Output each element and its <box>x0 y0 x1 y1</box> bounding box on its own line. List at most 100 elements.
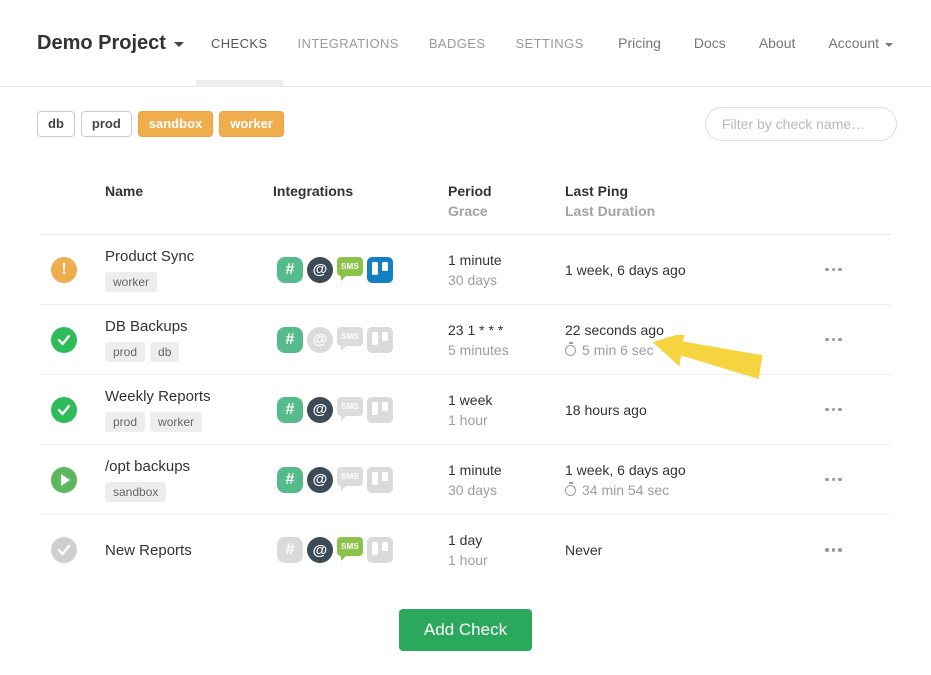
check-grace: 5 minutes <box>448 340 565 360</box>
row-menu-button[interactable] <box>821 338 891 342</box>
sms-integration-icon: SMS <box>337 257 363 283</box>
row-menu-button[interactable] <box>821 478 891 482</box>
row-menu-button[interactable] <box>821 268 891 272</box>
nav-tabs: CHECKSINTEGRATIONSBADGESSETTINGS <box>196 0 599 87</box>
check-tag: worker <box>150 412 202 432</box>
check-row[interactable]: DB Backups proddb #@SMS 23 1 * * *5 minutes… <box>40 305 891 375</box>
chevron-down-icon <box>885 43 893 47</box>
nav-right: Pricing Docs About Account <box>618 35 893 51</box>
check-name: DB Backups <box>105 318 273 335</box>
add-check-area: Add Check <box>0 609 931 651</box>
tag-filter-worker[interactable]: worker <box>219 111 284 137</box>
header-name: Name <box>105 181 273 221</box>
email-integration-icon: @ <box>307 467 333 493</box>
trello-integration-icon <box>367 467 393 493</box>
sms-integration-icon: SMS <box>337 397 363 423</box>
slack-integration-icon: # <box>277 257 303 283</box>
play-icon <box>61 474 70 486</box>
email-integration-icon: @ <box>307 397 333 423</box>
email-integration-icon: @ <box>307 257 333 283</box>
tag-filter-list: dbprodsandboxworker <box>37 111 284 137</box>
trello-integration-icon <box>367 397 393 423</box>
project-switcher[interactable]: Demo Project <box>37 32 184 55</box>
slack-integration-icon: # <box>277 467 303 493</box>
check-last-ping: 1 week, 6 days ago <box>565 260 821 280</box>
top-nav: Demo Project CHECKSINTEGRATIONSBADGESSET… <box>0 0 931 87</box>
sms-integration-icon: SMS <box>337 467 363 493</box>
nav-link-about[interactable]: About <box>759 35 796 51</box>
account-menu[interactable]: Account <box>828 35 893 51</box>
check-last-ping: 1 week, 6 days ago <box>565 460 821 480</box>
filter-bar: dbprodsandboxworker <box>0 87 931 141</box>
nav-link-docs[interactable]: Docs <box>694 35 726 51</box>
check-row[interactable]: ! Product Sync worker #@SMS 1 minute30 days1… <box>40 235 891 305</box>
row-menu-button[interactable] <box>821 408 891 412</box>
check-tag: prod <box>105 412 145 432</box>
check-grace: 1 hour <box>448 550 565 570</box>
email-integration-icon: @ <box>307 327 333 353</box>
table-body: !Product Syncworker#@SMS1 minute30 days1… <box>40 235 891 585</box>
check-name: /opt backups <box>105 458 273 475</box>
slack-integration-icon: # <box>277 327 303 353</box>
stopwatch-icon <box>565 485 576 496</box>
checks-table: Name Integrations Period Grace Last Ping… <box>40 141 891 585</box>
tag-filter-prod[interactable]: prod <box>81 111 132 137</box>
slack-integration-icon: # <box>277 397 303 423</box>
check-last-duration: 5 min 6 sec <box>582 340 654 360</box>
project-title: Demo Project <box>37 32 166 55</box>
nav-tab-settings[interactable]: SETTINGS <box>500 0 598 87</box>
stopwatch-icon <box>565 345 576 356</box>
row-menu-button[interactable] <box>821 548 891 552</box>
chevron-down-icon <box>174 42 184 47</box>
nav-tab-checks[interactable]: CHECKS <box>196 0 283 87</box>
check-grace: 1 hour <box>448 410 565 430</box>
check-grace: 30 days <box>448 270 565 290</box>
check-row[interactable]: /opt backupssandbox#@SMS1 minute30 days1… <box>40 445 891 515</box>
header-integrations: Integrations <box>273 181 448 221</box>
check-tag: sandbox <box>105 482 166 502</box>
check-name: Weekly Reports <box>105 388 273 405</box>
header-period: Period <box>448 181 565 201</box>
nav-tab-badges[interactable]: BADGES <box>414 0 501 87</box>
email-integration-icon: @ <box>307 537 333 563</box>
nav-link-pricing[interactable]: Pricing <box>618 35 661 51</box>
trello-integration-icon <box>367 257 393 283</box>
nav-tab-integrations[interactable]: INTEGRATIONS <box>283 0 414 87</box>
trello-integration-icon <box>367 537 393 563</box>
account-label: Account <box>828 35 879 51</box>
tag-filter-sandbox[interactable]: sandbox <box>138 111 213 137</box>
check-row[interactable]: Weekly Reports prodworker #@SMS 1 week1 hou… <box>40 375 891 445</box>
check-period: 1 week <box>448 390 565 410</box>
check-last-ping: 18 hours ago <box>565 400 821 420</box>
check-name: Product Sync <box>105 248 273 265</box>
check-last-ping: 22 seconds ago <box>565 320 821 340</box>
checks-page: Demo Project CHECKSINTEGRATIONSBADGESSET… <box>0 0 931 675</box>
tag-filter-db[interactable]: db <box>37 111 75 137</box>
check-period: 1 minute <box>448 250 565 270</box>
header-last-ping: Last Ping <box>565 181 821 201</box>
sms-integration-icon: SMS <box>337 327 363 353</box>
check-grace: 30 days <box>448 480 565 500</box>
check-period: 1 day <box>448 530 565 550</box>
slack-integration-icon: # <box>277 537 303 563</box>
check-last-ping: Never <box>565 540 821 560</box>
check-row[interactable]: New Reports#@SMS 1 day1 hourNever <box>40 515 891 585</box>
status-up-icon <box>51 327 77 353</box>
sms-integration-icon: SMS <box>337 537 363 563</box>
status-new-icon <box>51 537 77 563</box>
add-check-button[interactable]: Add Check <box>399 609 532 651</box>
trello-integration-icon <box>367 327 393 353</box>
header-last-duration: Last Duration <box>565 201 821 221</box>
status-warning-icon: ! <box>51 257 77 283</box>
check-tag: prod <box>105 342 145 362</box>
check-tag: db <box>150 342 179 362</box>
check-tag: worker <box>105 272 157 292</box>
check-name-filter-input[interactable] <box>705 107 897 141</box>
status-started-icon <box>51 467 77 493</box>
check-last-duration: 34 min 54 sec <box>582 480 669 500</box>
check-name: New Reports <box>105 542 273 559</box>
table-header: Name Integrations Period Grace Last Ping… <box>40 141 891 235</box>
status-up-icon <box>51 397 77 423</box>
header-grace: Grace <box>448 201 565 221</box>
check-period: 23 1 * * * <box>448 320 565 340</box>
